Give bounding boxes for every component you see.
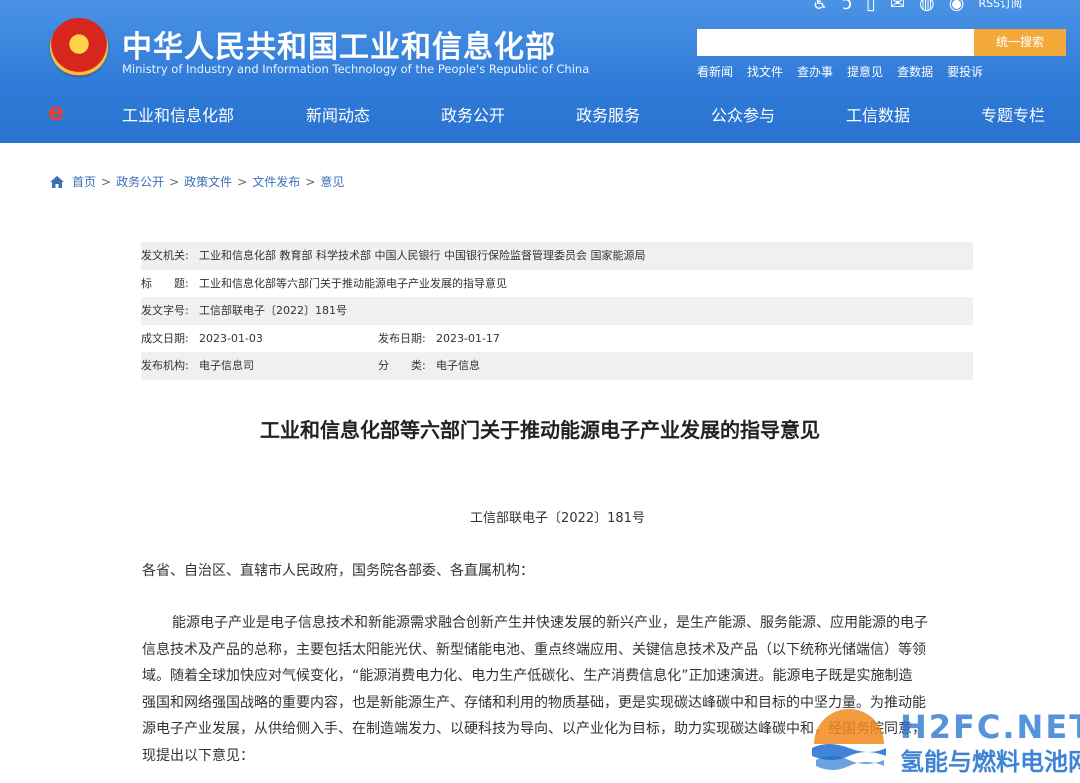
nav-item-miit[interactable]: 工业和信息化部 bbox=[122, 102, 306, 126]
meta-row-dates: 成文日期: 2023-01-03 发布日期: 2023-01-17 bbox=[141, 325, 973, 353]
document-number: 工信部联电子〔2022〕181号 bbox=[470, 511, 645, 526]
nav-item-topics[interactable]: 专题专栏 bbox=[981, 102, 1045, 126]
meta-created-value: 2023-01-03 bbox=[199, 331, 263, 345]
breadcrumb-separator: > bbox=[237, 174, 248, 189]
meta-docno-value: 工信部联电子〔2022〕181号 bbox=[199, 304, 347, 317]
breadcrumb-file-release[interactable]: 文件发布 bbox=[252, 173, 300, 190]
wechat-icon[interactable]: ◍ bbox=[919, 0, 935, 13]
quick-link-feedback[interactable]: 提意见 bbox=[847, 63, 883, 80]
search-button[interactable]: 统一搜索 bbox=[974, 29, 1066, 56]
meta-category-label: 分 类: bbox=[378, 359, 426, 372]
meta-title-label: 标 题: bbox=[141, 276, 189, 290]
home-icon bbox=[50, 175, 64, 188]
meta-published-label: 发布日期: bbox=[378, 331, 426, 345]
nav-item-news[interactable]: 新闻动态 bbox=[306, 102, 441, 126]
quick-link-files[interactable]: 找文件 bbox=[747, 63, 783, 80]
document-title: 工业和信息化部等六部门关于推动能源电子产业发展的指导意见 bbox=[260, 418, 820, 442]
breadcrumb-home[interactable]: 首页 bbox=[72, 173, 96, 190]
meta-row-docno: 发文字号: 工信部联电子〔2022〕181号 bbox=[141, 297, 973, 325]
quick-link-services[interactable]: 查办事 bbox=[797, 63, 833, 80]
quick-link-data[interactable]: 查数据 bbox=[897, 63, 933, 80]
meta-title-value: 工业和信息化部等六部门关于推动能源电子产业发展的指导意见 bbox=[199, 276, 507, 290]
national-emblem-logo bbox=[50, 18, 108, 76]
top-icon-bar: ♿ ↄ ▯ ✉ ◍ ◉ RSS订阅 bbox=[812, 0, 1022, 14]
nav-item-gov-affairs[interactable]: 政务公开 bbox=[441, 102, 576, 126]
meta-agency-label: 发布机构: bbox=[141, 359, 189, 372]
h2fc-watermark: H2FC.NET 氢能与燃料电池网 bbox=[808, 700, 1080, 783]
quick-link-complaint[interactable]: 要投诉 bbox=[947, 63, 983, 80]
accessibility-icon[interactable]: ♿ bbox=[812, 0, 828, 13]
nav-item-data[interactable]: 工信数据 bbox=[846, 102, 981, 126]
breadcrumb-separator: > bbox=[305, 174, 316, 189]
main-nav: e 工业和信息化部 新闻动态 政务公开 政务服务 公众参与 工信数据 专题专栏 bbox=[0, 96, 1080, 130]
e-logo-icon[interactable]: e bbox=[48, 98, 64, 126]
meta-row-title: 标 题: 工业和信息化部等六部门关于推动能源电子产业发展的指导意见 bbox=[141, 270, 973, 298]
mobile-icon[interactable]: ▯ bbox=[866, 0, 876, 13]
meta-row-issuer: 发文机关: 工业和信息化部 教育部 科学技术部 中国人民银行 中国银行保险监督管… bbox=[141, 242, 973, 270]
meta-issuer-value: 工业和信息化部 教育部 科学技术部 中国人民银行 中国银行保险监督管理委员会 国… bbox=[199, 249, 646, 262]
quick-link-news[interactable]: 看新闻 bbox=[697, 63, 733, 80]
search-input[interactable] bbox=[697, 29, 974, 56]
site-title-en: Ministry of Industry and Information Tec… bbox=[122, 62, 590, 76]
watermark-cn: 氢能与燃料电池网 bbox=[900, 748, 1080, 776]
weibo-icon[interactable]: ◉ bbox=[949, 0, 965, 13]
rss-link[interactable]: RSS订阅 bbox=[978, 0, 1022, 13]
site-title-cn: 中华人民共和国工业和信息化部 bbox=[122, 30, 556, 65]
meta-published-value: 2023-01-17 bbox=[436, 331, 500, 345]
document-salutation: 各省、自治区、直辖市人民政府，国务院各部委、各直属机构： bbox=[142, 563, 534, 579]
breadcrumb-opinions[interactable]: 意见 bbox=[320, 173, 344, 190]
quick-links: 看新闻 找文件 查办事 提意见 查数据 要投诉 bbox=[697, 63, 983, 80]
watermark-en: H2FC.NET bbox=[900, 708, 1080, 746]
site-header: 中华人民共和国工业和信息化部 Ministry of Industry and … bbox=[0, 0, 1080, 143]
breadcrumb-separator: > bbox=[169, 174, 180, 189]
document-metadata-table: 发文机关: 工业和信息化部 教育部 科学技术部 中国人民银行 中国银行保险监督管… bbox=[141, 242, 973, 380]
nav-item-public-participation[interactable]: 公众参与 bbox=[711, 102, 846, 126]
mail-icon[interactable]: ✉ bbox=[890, 0, 905, 13]
meta-category-value: 电子信息 bbox=[436, 359, 480, 372]
paragraph-line: 能源电子产业是电子信息技术和新能源需求融合创新产生并快速发展的新兴产业，是生产能… bbox=[172, 615, 928, 631]
breadcrumb-gov-affairs[interactable]: 政务公开 bbox=[116, 173, 164, 190]
meta-issuer-label: 发文机关: bbox=[141, 249, 189, 262]
paragraph-line: 信息技术及产品的总称，主要包括太阳能光伏、新型储能电池、重点终端应用、关键信息技… bbox=[142, 641, 926, 658]
meta-created-label: 成文日期: bbox=[141, 331, 189, 345]
paragraph-line: 域。随着全球加快应对气候变化，“能源消费电力化、电力生产低碳化、生产消费信息化”… bbox=[142, 668, 913, 684]
meta-row-agency: 发布机构: 电子信息司 分 类: 电子信息 bbox=[141, 352, 973, 380]
breadcrumb: 首页 > 政务公开 > 政策文件 > 文件发布 > 意见 bbox=[50, 173, 344, 190]
breadcrumb-policy-files[interactable]: 政策文件 bbox=[184, 173, 232, 190]
nav-item-gov-services[interactable]: 政务服务 bbox=[576, 102, 711, 126]
elder-mode-icon[interactable]: ↄ bbox=[842, 0, 852, 13]
meta-docno-label: 发文字号: bbox=[141, 304, 189, 317]
search-bar: 统一搜索 bbox=[697, 29, 1066, 56]
breadcrumb-separator: > bbox=[101, 174, 112, 189]
h2fc-logo-icon bbox=[812, 709, 886, 770]
meta-agency-value: 电子信息司 bbox=[199, 359, 254, 372]
